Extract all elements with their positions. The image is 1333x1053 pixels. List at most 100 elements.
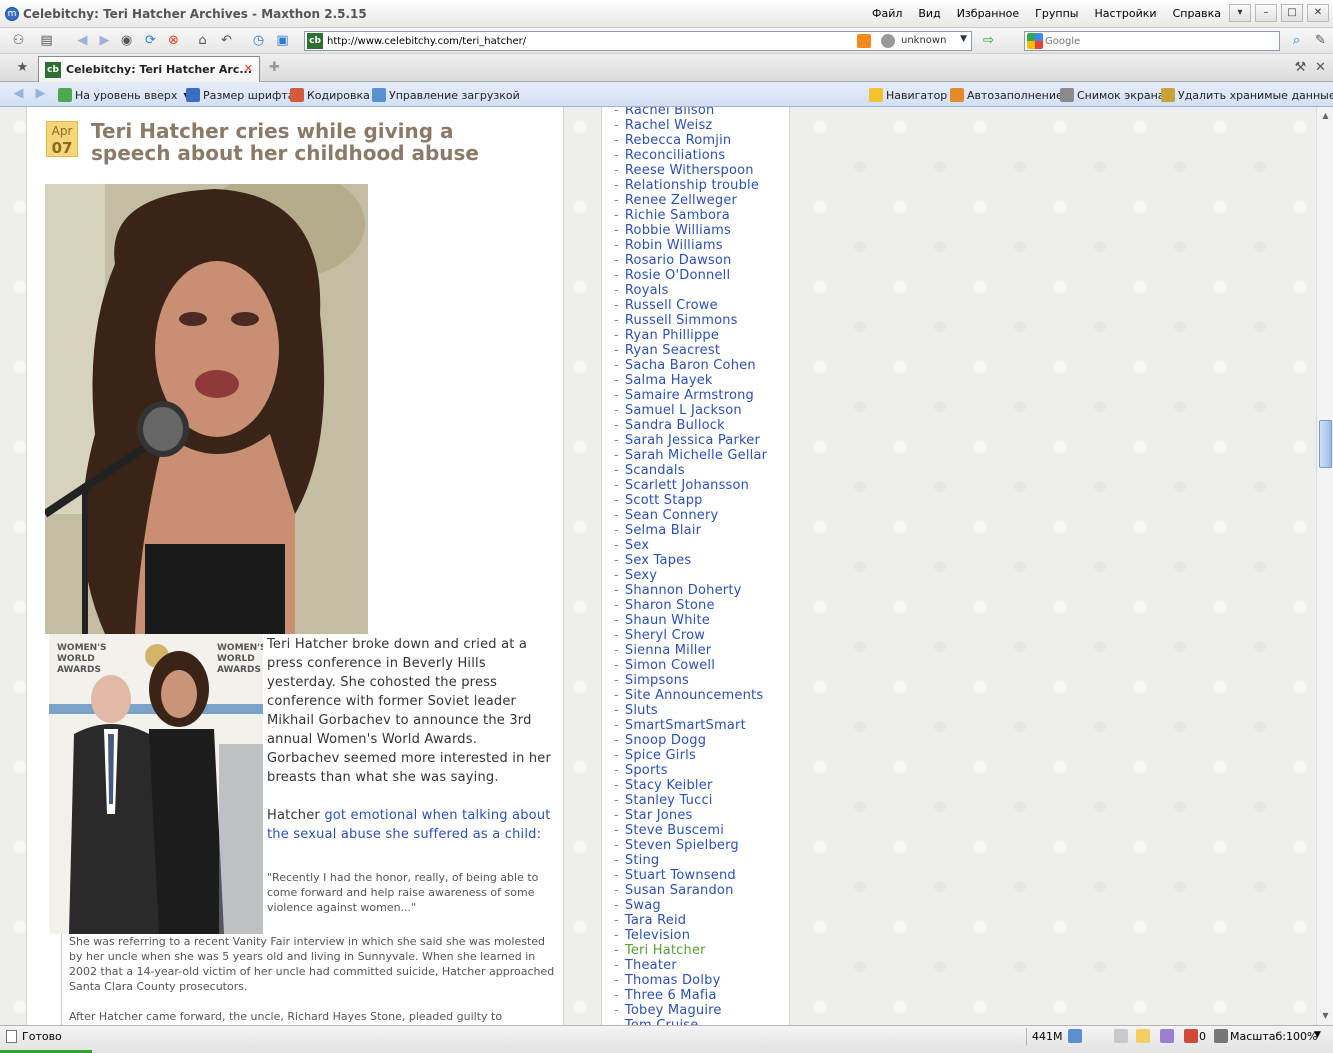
page-content[interactable]: Apr 07 Teri Hatcher cries while giving a…: [0, 107, 1316, 1025]
new-page-icon[interactable]: ▤: [38, 32, 55, 49]
screenshot-button[interactable]: Снимок экрана: [1060, 88, 1165, 102]
category-link[interactable]: - Rebecca Romjin: [614, 133, 767, 148]
menu-favorites[interactable]: Избранное: [957, 7, 1019, 20]
category-link[interactable]: - Rachel Weisz: [614, 118, 767, 133]
tab-celebitchy[interactable]: cb Celebitchy: Teri Hatcher Arc... ✕: [38, 56, 260, 82]
close-icon[interactable]: ✕: [244, 62, 253, 75]
close-tab-icon[interactable]: ✕: [1312, 59, 1329, 76]
category-link[interactable]: - Robbie Williams: [614, 223, 767, 238]
category-link[interactable]: - Site Announcements: [614, 688, 767, 703]
category-link[interactable]: - Steve Buscemi: [614, 823, 767, 838]
search-input[interactable]: [1045, 35, 1255, 47]
folder-icon[interactable]: [1136, 1029, 1150, 1043]
category-link[interactable]: - Sting: [614, 853, 767, 868]
category-link[interactable]: - Simon Cowell: [614, 658, 767, 673]
close-button[interactable]: ✕: [1307, 4, 1329, 22]
category-link[interactable]: - Stuart Townsend: [614, 868, 767, 883]
category-link[interactable]: - Reese Witherspoon: [614, 163, 767, 178]
undo-icon[interactable]: ↶: [218, 32, 235, 49]
back-icon[interactable]: ◀: [74, 32, 91, 49]
address-url[interactable]: http://www.celebitchy.com/teri_hatcher/: [327, 36, 526, 47]
pen-icon[interactable]: ✎: [1312, 32, 1329, 49]
layers-icon[interactable]: [1160, 1029, 1174, 1043]
category-link[interactable]: - Relationship trouble: [614, 178, 767, 193]
vertical-scrollbar[interactable]: ▲ ▼: [1316, 107, 1333, 1025]
category-link[interactable]: - Sean Connery: [614, 508, 767, 523]
category-link[interactable]: - Scarlett Johansson: [614, 478, 767, 493]
chevron-down-icon[interactable]: ▾: [1229, 4, 1251, 22]
category-link[interactable]: - Sex: [614, 538, 767, 553]
navigator-button[interactable]: Навигатор: [869, 88, 947, 102]
category-link[interactable]: - Richie Sambora: [614, 208, 767, 223]
scroll-up-icon[interactable]: ▲: [1319, 109, 1332, 122]
go-icon[interactable]: ⇨: [980, 32, 997, 49]
popup-blocker-icon[interactable]: [1184, 1029, 1198, 1043]
category-link[interactable]: - Ryan Seacrest: [614, 343, 767, 358]
autofill-button[interactable]: Автозаполнение: [950, 88, 1063, 102]
category-link[interactable]: - Reconciliations: [614, 148, 767, 163]
memory-usage[interactable]: 441M: [1032, 1030, 1063, 1043]
category-link[interactable]: - Stacy Keibler: [614, 778, 767, 793]
category-link[interactable]: - Shannon Doherty: [614, 583, 767, 598]
back-icon[interactable]: ◀: [10, 85, 27, 102]
category-link[interactable]: - Spice Girls: [614, 748, 767, 763]
category-link[interactable]: - Robin Williams: [614, 238, 767, 253]
category-link[interactable]: - Scott Stapp: [614, 493, 767, 508]
home-icon[interactable]: ⌂: [194, 32, 211, 49]
refresh-icon[interactable]: ⟳: [142, 32, 159, 49]
menu-settings[interactable]: Настройки: [1094, 7, 1156, 20]
category-link[interactable]: -Tom Cruise: [614, 1018, 767, 1025]
category-link[interactable]: - Sports: [614, 763, 767, 778]
category-link[interactable]: - Rosie O'Donnell: [614, 268, 767, 283]
category-link[interactable]: - Three 6 Mafia: [614, 988, 767, 1003]
category-link[interactable]: - Sluts: [614, 703, 767, 718]
category-link[interactable]: - Television: [614, 928, 767, 943]
category-link[interactable]: - Shaun White: [614, 613, 767, 628]
search-box[interactable]: [1024, 31, 1280, 51]
encoding-button[interactable]: Кодировка: [290, 88, 370, 102]
minimize-button[interactable]: –: [1255, 4, 1277, 22]
category-link[interactable]: - Tara Reid: [614, 913, 767, 928]
scrollbar-thumb[interactable]: [1319, 420, 1332, 468]
address-bar[interactable]: cb http://www.celebitchy.com/teri_hatche…: [304, 31, 972, 51]
category-link[interactable]: - Sexy: [614, 568, 767, 583]
chevron-down-icon[interactable]: ▼: [1314, 1030, 1321, 1040]
google-icon[interactable]: [1027, 33, 1043, 49]
star-icon[interactable]: ★: [14, 59, 31, 76]
download-icon[interactable]: [1068, 1029, 1082, 1043]
category-link[interactable]: - Russell Crowe: [614, 298, 767, 313]
forward-icon[interactable]: ▶: [96, 32, 113, 49]
category-link[interactable]: - Scandals: [614, 463, 767, 478]
category-link[interactable]: - Sex Tapes: [614, 553, 767, 568]
menu-help[interactable]: Справка: [1173, 7, 1221, 20]
menu-view[interactable]: Вид: [918, 7, 940, 20]
dropdown-icon[interactable]: ◉: [118, 32, 135, 49]
scroll-down-icon[interactable]: ▼: [1319, 1009, 1332, 1022]
post-title[interactable]: Teri Hatcher cries while giving a speech…: [91, 120, 531, 164]
category-link[interactable]: - Star Jones: [614, 808, 767, 823]
category-link[interactable]: - Selma Blair: [614, 523, 767, 538]
category-link[interactable]: - Teri Hatcher: [614, 943, 767, 958]
up-level-button[interactable]: На уровень вверх▼: [58, 88, 190, 102]
menu-file[interactable]: Файл: [872, 7, 902, 20]
category-link[interactable]: - Sienna Miller: [614, 643, 767, 658]
category-link[interactable]: - Tobey Maguire: [614, 1003, 767, 1018]
category-link[interactable]: - Russell Simmons: [614, 313, 767, 328]
category-link[interactable]: - Ryan Phillippe: [614, 328, 767, 343]
chevron-down-icon[interactable]: ▼: [960, 34, 967, 44]
category-link[interactable]: - Swag: [614, 898, 767, 913]
menu-groups[interactable]: Группы: [1035, 7, 1078, 20]
category-link[interactable]: - Susan Sarandon: [614, 883, 767, 898]
forward-icon[interactable]: ▶: [32, 85, 49, 102]
new-tab-icon[interactable]: ✚: [266, 59, 283, 76]
download-manager-button[interactable]: Управление загрузкой: [372, 88, 520, 102]
clear-data-button[interactable]: Удалить хранимые данные...: [1161, 88, 1333, 102]
category-link[interactable]: - Steven Spielberg: [614, 838, 767, 853]
category-link[interactable]: - Samuel L Jackson: [614, 403, 767, 418]
category-link[interactable]: - Samaire Armstrong: [614, 388, 767, 403]
category-link[interactable]: - Simpsons: [614, 673, 767, 688]
category-link[interactable]: - Sheryl Crow: [614, 628, 767, 643]
category-link[interactable]: - SmartSmartSmart: [614, 718, 767, 733]
zoom-level[interactable]: Масштаб:100%: [1230, 1030, 1317, 1043]
history-icon[interactable]: ◷: [250, 32, 267, 49]
